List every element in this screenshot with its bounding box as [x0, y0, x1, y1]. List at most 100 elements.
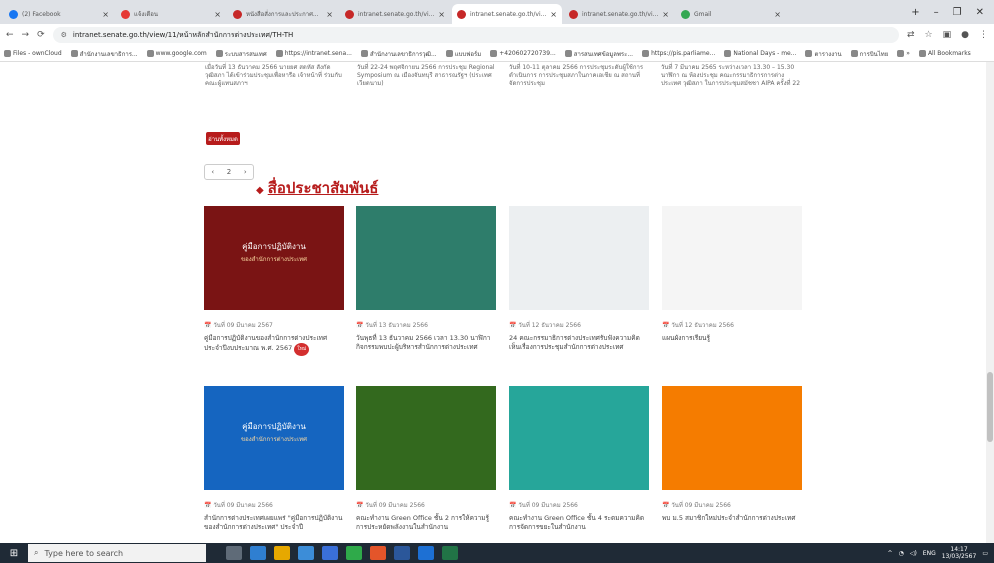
card-title[interactable]: 24 คณะกรรมาธิการต่างประเทศรับฟังความคิดเ…: [509, 334, 649, 352]
news-item-1[interactable]: เมื่อวันที่ 13 ธันวาคม 2566 นายยศ สดหัส …: [205, 64, 345, 88]
card-image[interactable]: คู่มือการปฏิบัติงาน ของสำนักการต่างประเทศ: [204, 386, 344, 490]
pr-card[interactable]: คู่มือการปฏิบัติงาน ของสำนักการต่างประเทศ…: [204, 206, 344, 376]
sidepanel-icon[interactable]: ▣: [943, 30, 952, 40]
chrome-icon[interactable]: [346, 546, 362, 560]
card-title[interactable]: วันพุธที่ 13 ธันวาคม 2566 เวลา 13.30 นาฬ…: [356, 334, 496, 352]
browser-tab[interactable]: intranet.senate.go.th/vie... ×: [340, 4, 450, 24]
close-tab-icon[interactable]: ×: [662, 10, 669, 19]
bookmark-item[interactable]: สำนักงานเลขาธิการวุฒิ...: [360, 49, 437, 59]
ie-icon[interactable]: [298, 546, 314, 560]
bookmark-item[interactable]: แบบฟอร์ม: [445, 49, 481, 59]
address-bar[interactable]: ⚙ intranet.senate.go.th/view/11/หน้าหลัก…: [52, 27, 899, 43]
close-tab-icon[interactable]: ×: [102, 10, 109, 19]
pr-card[interactable]: 📅 วันที่ 13 ธันวาคม 2566 วันพุธที่ 13 ธัน…: [356, 206, 496, 376]
bookmark-item[interactable]: National Days - me...: [724, 50, 796, 57]
bookmark-icon: [360, 50, 368, 57]
pager-next[interactable]: ›: [244, 168, 247, 176]
bookmark-item[interactable]: https://intranet.sena...: [275, 50, 352, 57]
scrollbar[interactable]: [986, 62, 994, 543]
volume-icon[interactable]: ◁): [910, 550, 917, 557]
browser-tab[interactable]: (2) Facebook ×: [4, 4, 114, 24]
pager-page[interactable]: 2: [227, 168, 231, 176]
card-image[interactable]: [662, 206, 802, 310]
read-all-button[interactable]: อ่านทั้งหมด: [206, 132, 240, 145]
close-tab-icon[interactable]: ×: [550, 10, 557, 19]
excel-icon[interactable]: [442, 546, 458, 560]
card-image[interactable]: [509, 386, 649, 490]
taskbar-apps: [226, 546, 458, 560]
outlook-icon[interactable]: [418, 546, 434, 560]
word-icon[interactable]: [394, 546, 410, 560]
edge-icon[interactable]: [250, 546, 266, 560]
bookmark-item[interactable]: All Bookmarks: [918, 50, 971, 57]
card-title[interactable]: แผนผังการเรียนรู้: [662, 334, 802, 343]
bookmark-label: ระบบสารสนเทศ: [224, 50, 267, 58]
browser-tab[interactable]: แจ้งเตือน ×: [116, 4, 226, 24]
card-image[interactable]: [356, 386, 496, 490]
maximize-button[interactable]: ❐: [953, 7, 962, 18]
file-explorer-icon[interactable]: [274, 546, 290, 560]
card-title[interactable]: พบ ม.5 สมาชิกใหม่ประจำสำนักการต่างประเทศ: [662, 514, 802, 523]
browser-tab[interactable]: Gmail ×: [676, 4, 786, 24]
pr-card[interactable]: 📅 วันที่ 12 ธันวาคม 2566 24 คณะกรรมาธิการ…: [509, 206, 649, 376]
close-tab-icon[interactable]: ×: [438, 10, 445, 19]
pr-card[interactable]: 📅 วันที่ 09 มีนาคม 2566 คณะทำงาน Green Of…: [509, 386, 649, 543]
pr-card[interactable]: คู่มือการปฏิบัติงาน ของสำนักการต่างประเทศ…: [204, 386, 344, 543]
bookmark-item[interactable]: ระบบสารสนเทศ: [215, 49, 267, 59]
translate-icon[interactable]: ⇄: [907, 30, 915, 40]
new-tab-button[interactable]: +: [911, 7, 919, 18]
browser-tab[interactable]: intranet.senate.go.th/view/11/...×: [452, 4, 562, 24]
browser-tab[interactable]: intranet.senate.go.th/view/11/...×: [564, 4, 674, 24]
bookmark-item[interactable]: Files - ownCloud: [4, 50, 62, 57]
card-image[interactable]: [662, 386, 802, 490]
pr-card[interactable]: 📅 วันที่ 09 มีนาคม 2566 พบ ม.5 สมาชิกใหม่…: [662, 386, 802, 543]
bookmark-item[interactable]: สารสนเทศข้อมูลพระ...: [564, 49, 633, 59]
pr-card[interactable]: 📅 วันที่ 09 มีนาคม 2566 คณะทำงาน Green Of…: [356, 386, 496, 543]
task-view-icon[interactable]: [226, 546, 242, 560]
news-item-3[interactable]: วันที่ 10-11 ตุลาคม 2566 การประชุมระดับผ…: [509, 64, 649, 88]
forward-icon[interactable]: →: [22, 30, 30, 40]
news-item-2[interactable]: วันที่ 22-24 พฤศจิกายน 2566 การประชุม Re…: [357, 64, 497, 88]
card-image[interactable]: [509, 206, 649, 310]
store-icon[interactable]: [322, 546, 338, 560]
close-tab-icon[interactable]: ×: [326, 10, 333, 19]
network-icon[interactable]: ◔: [899, 550, 904, 557]
tray-arrow-icon[interactable]: ^: [888, 550, 893, 557]
minimize-button[interactable]: –: [934, 7, 939, 18]
card-title[interactable]: คู่มือการปฏิบัติงานของสำนักการต่างประเทศ…: [204, 334, 344, 356]
bookmark-item[interactable]: ตารางงาน: [805, 49, 842, 59]
card-title[interactable]: สำนักการต่างประเทศเผยแพร่ "คู่มือการปฏิบ…: [204, 514, 344, 532]
site-info-icon[interactable]: ⚙: [61, 31, 67, 39]
pager-prev[interactable]: ‹: [211, 168, 214, 176]
windows-start-icon[interactable]: ⊞: [0, 543, 28, 563]
back-icon[interactable]: ←: [6, 30, 14, 40]
bookmark-item[interactable]: www.google.com: [146, 50, 207, 57]
pr-card[interactable]: 📅 วันที่ 12 ธันวาคม 2566 แผนผังการเรียนรู…: [662, 206, 802, 376]
pagination[interactable]: ‹ 2 ›: [204, 164, 254, 180]
card-image[interactable]: คู่มือการปฏิบัติงาน ของสำนักการต่างประเทศ: [204, 206, 344, 310]
star-icon[interactable]: ☆: [925, 30, 933, 40]
notifications-icon[interactable]: ▭: [982, 550, 988, 557]
tab-title: intranet.senate.go.th/view/11/...: [470, 10, 547, 18]
card-title[interactable]: คณะทำงาน Green Office ชั้น 4 ระดมความคิด…: [509, 514, 649, 532]
language-indicator[interactable]: ENG: [923, 550, 936, 557]
bookmark-item[interactable]: »: [897, 50, 910, 57]
scrollbar-thumb[interactable]: [987, 372, 993, 442]
profile-icon[interactable]: ●: [961, 30, 969, 40]
bookmark-item[interactable]: สำนักงานเลขาธิการ...: [70, 49, 138, 59]
menu-icon[interactable]: ⋮: [979, 30, 988, 40]
browser-tab[interactable]: หนังสือสั่งการและประกาศ... ×: [228, 4, 338, 24]
bookmark-item[interactable]: +420602720739...: [490, 50, 556, 57]
taskbar-search[interactable]: ⌕ Type here to search: [28, 544, 206, 562]
powerpoint-icon[interactable]: [370, 546, 386, 560]
bookmark-item[interactable]: https://pis.parliame...: [642, 50, 715, 57]
card-title[interactable]: คณะทำงาน Green Office ชั้น 2 การให้ความร…: [356, 514, 496, 532]
close-tab-icon[interactable]: ×: [774, 10, 781, 19]
bookmark-item[interactable]: การบินไทย: [850, 49, 888, 59]
card-image[interactable]: [356, 206, 496, 310]
close-window-button[interactable]: ✕: [976, 7, 984, 18]
reload-icon[interactable]: ⟳: [37, 30, 45, 40]
clock[interactable]: 14:17 13/03/2567: [942, 546, 977, 560]
close-tab-icon[interactable]: ×: [214, 10, 221, 19]
news-item-4[interactable]: วันที่ 7 มีนาคม 2565 ระหว่างเวลา 13.30 –…: [661, 64, 801, 88]
